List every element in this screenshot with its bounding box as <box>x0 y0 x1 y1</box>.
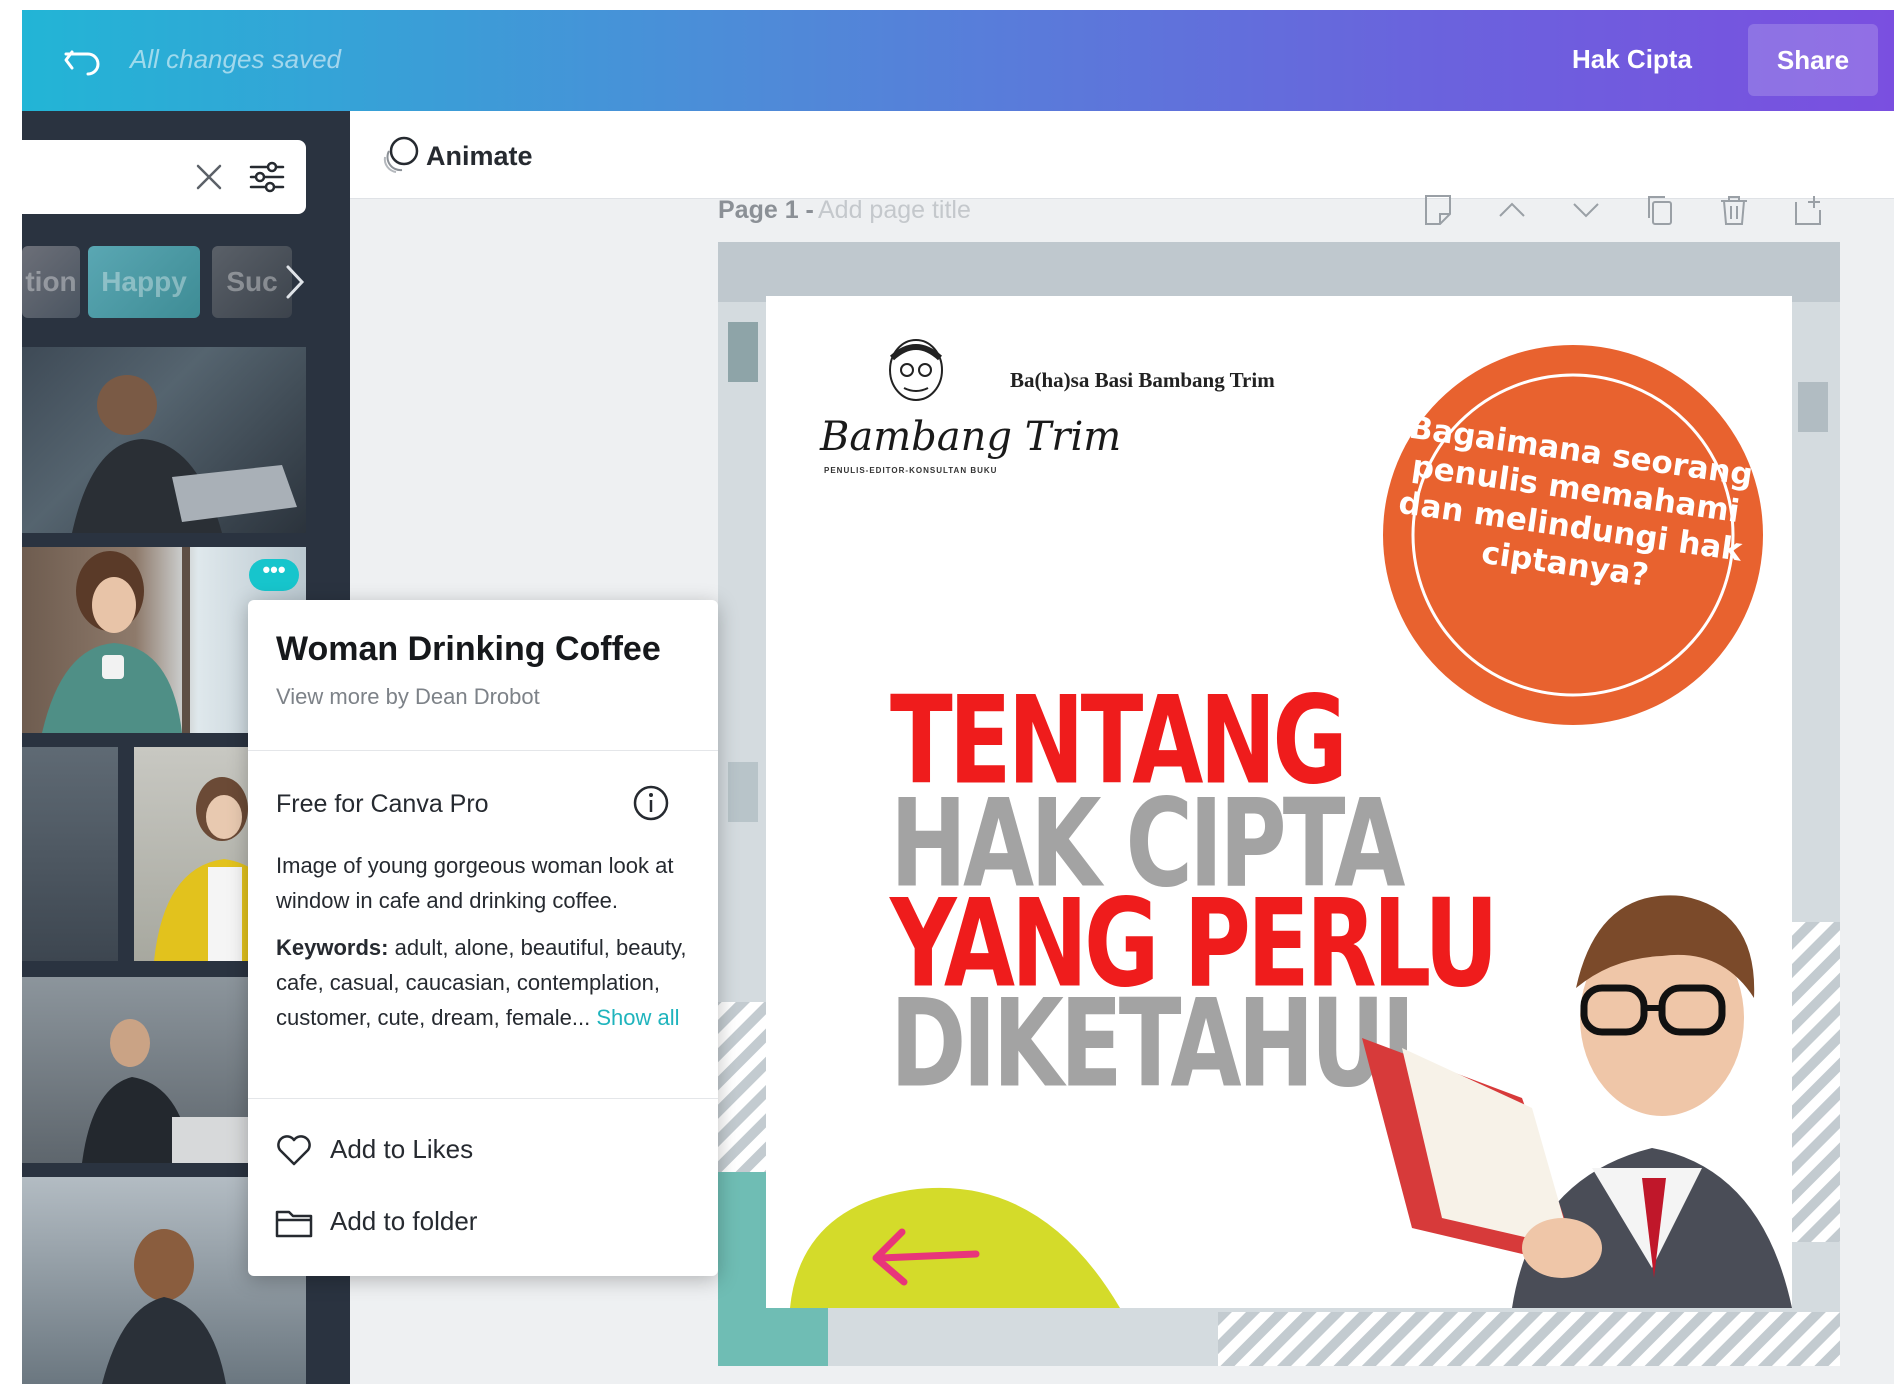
save-status: All changes saved <box>130 44 342 74</box>
filter-button[interactable] <box>248 158 286 196</box>
category-chip[interactable]: tion <box>22 246 80 318</box>
canva-editor: All changes saved Hak Cipta Share tion H… <box>0 0 1894 1384</box>
arrow-left-icon <box>872 1228 980 1286</box>
author-link[interactable]: View more by Dean Drobot <box>276 684 540 710</box>
image-info-popup: Woman Drinking Coffee View more by Dean … <box>248 600 718 1276</box>
move-page-up-button[interactable] <box>1494 192 1530 228</box>
brand-signature: Bambang Trim <box>820 414 1122 460</box>
popup-title: Woman Drinking Coffee <box>276 630 661 668</box>
brand-portrait <box>889 339 943 401</box>
license-label: Free for Canva Pro <box>276 790 489 818</box>
show-all-link[interactable]: Show all <box>596 1005 679 1030</box>
divider <box>248 750 718 751</box>
chip-label: Suc <box>226 266 278 297</box>
divider <box>248 1098 718 1099</box>
chevron-down-icon <box>1573 203 1599 218</box>
page-notes-button[interactable] <box>1420 192 1456 228</box>
question-badge: Bagaimana seorang penulis memahami dan m… <box>1378 340 1768 730</box>
category-chip-happy[interactable]: Happy <box>88 246 200 318</box>
design-title-button[interactable]: Hak Cipta <box>1572 44 1692 75</box>
chevron-up-icon <box>1499 202 1525 217</box>
brand-tagline: PENULIS-EDITOR-KONSULTAN BUKU <box>824 466 998 475</box>
chips-next-button[interactable] <box>280 261 310 303</box>
trash-icon <box>1721 196 1747 225</box>
design-card[interactable]: Bambang Trim Ba(ha)sa Basi Bambang Trim … <box>766 296 1792 1308</box>
undo-icon <box>64 50 100 76</box>
top-bar: All changes saved Hak Cipta Share <box>22 10 1894 111</box>
close-icon <box>196 164 222 190</box>
man-reading-photo <box>1362 895 1792 1308</box>
move-page-down-button[interactable] <box>1568 192 1604 228</box>
duplicate-page-button[interactable] <box>1642 192 1678 228</box>
folder-icon <box>275 1210 313 1238</box>
undo-button[interactable] <box>62 40 106 80</box>
animate-icon <box>383 136 419 173</box>
keywords: Keywords: adult, alone, beautiful, beaut… <box>276 930 696 1035</box>
heart-icon <box>277 1135 311 1166</box>
photo-thumbnail[interactable] <box>22 747 118 961</box>
image-description: Image of young gorgeous woman look at wi… <box>276 853 674 913</box>
keywords-label: Keywords: <box>276 935 389 960</box>
headline-line-4: DIKETAHUI <box>890 973 1415 1115</box>
page-number: Page 1 - <box>718 196 814 224</box>
search-input[interactable] <box>32 156 182 198</box>
delete-page-button[interactable] <box>1716 192 1752 228</box>
sliders-icon <box>249 161 285 193</box>
add-to-folder-button[interactable]: Add to folder <box>274 1200 534 1244</box>
add-to-folder-label: Add to folder <box>330 1206 478 1236</box>
clear-search-button[interactable] <box>194 162 224 192</box>
brand-name: Ba(ha)sa Basi Bambang Trim <box>1010 368 1275 392</box>
page-title-input[interactable]: Add page title <box>818 196 971 225</box>
editor-toolbar: Animate <box>350 111 1894 199</box>
add-page-icon <box>1795 196 1821 225</box>
note-icon <box>1425 195 1451 225</box>
info-button[interactable] <box>632 784 670 822</box>
search-box <box>22 140 306 214</box>
chip-label: Happy <box>101 266 187 297</box>
chip-label: tion <box>25 266 77 297</box>
info-icon <box>633 785 669 821</box>
animate-button[interactable]: Animate <box>380 135 533 175</box>
animate-label: Animate <box>426 141 533 171</box>
chevron-right-icon <box>286 265 305 299</box>
add-page-button[interactable] <box>1790 192 1826 228</box>
share-button[interactable]: Share <box>1748 24 1878 96</box>
photo-thumbnail[interactable] <box>22 347 306 533</box>
add-to-likes-label: Add to Likes <box>330 1134 474 1164</box>
copy-icon <box>1648 196 1672 225</box>
photo-man-laptop <box>72 375 297 533</box>
add-to-likes-button[interactable]: Add to Likes <box>274 1128 534 1172</box>
more-options-button[interactable]: ••• <box>249 559 299 591</box>
design-canvas[interactable]: Bambang Trim Ba(ha)sa Basi Bambang Trim … <box>718 242 1840 1366</box>
